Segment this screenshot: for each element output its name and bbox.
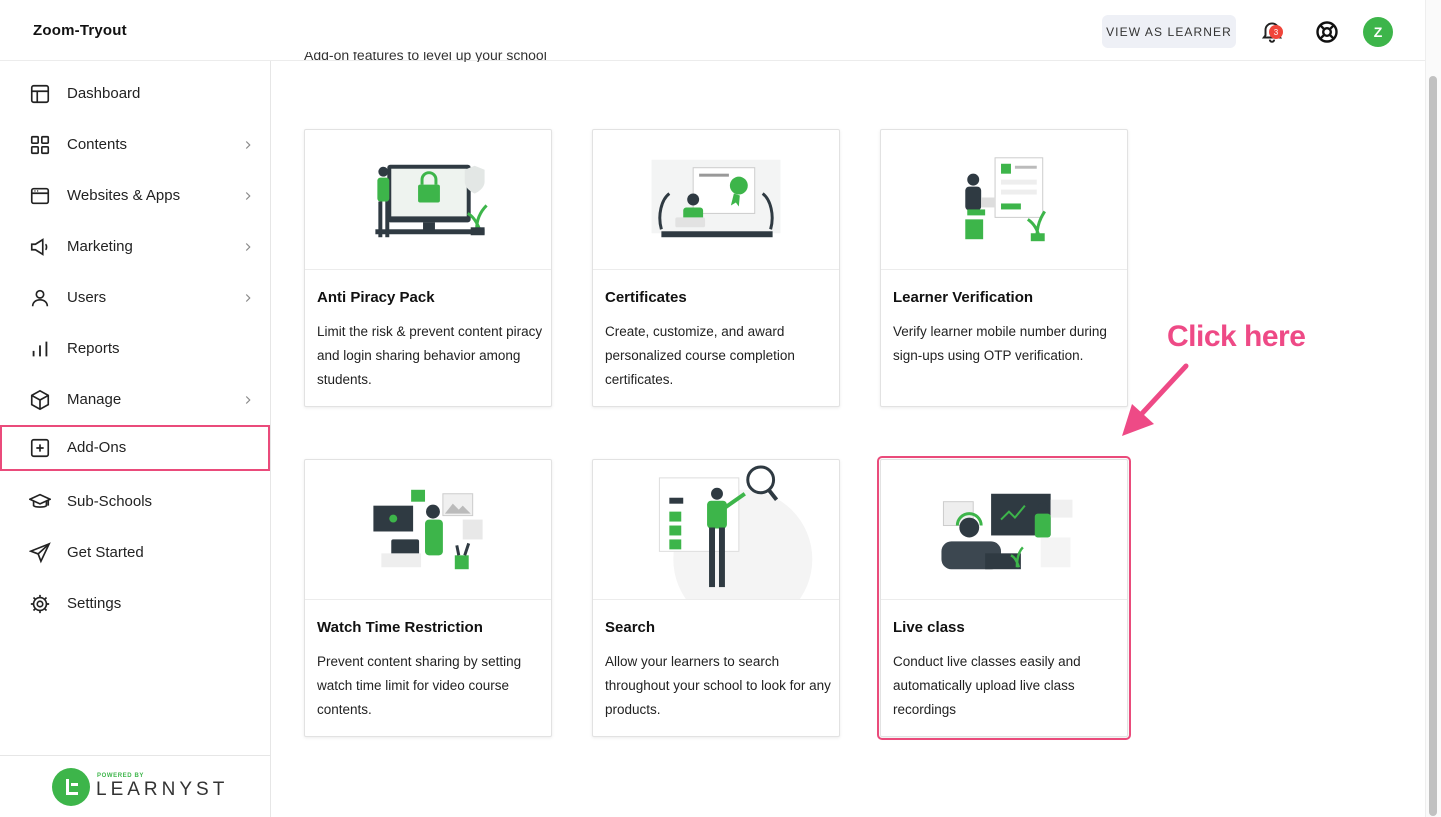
view-as-learner-button[interactable]: VIEW AS LEARNER <box>1102 15 1236 48</box>
card-title: Watch Time Restriction <box>317 619 483 636</box>
card-description: Create, customize, and award personalize… <box>605 324 795 387</box>
sidebar-item-get-started[interactable]: Get Started <box>0 530 270 576</box>
megaphone-icon <box>30 238 48 256</box>
card-title: Anti Piracy Pack <box>317 289 435 306</box>
card-description: Conduct live classes easily and automati… <box>893 654 1081 717</box>
card-title: Search <box>605 619 656 636</box>
card-title: Live class <box>893 619 965 636</box>
addon-card-certificates[interactable]: Certificates Create, customize, and awar… <box>592 129 840 407</box>
sidebar-item-label: Settings <box>67 595 122 612</box>
layout-icon <box>30 84 50 104</box>
sidebar-item-add-ons[interactable]: Add-Ons <box>0 425 270 471</box>
school-name: Zoom-Tryout <box>33 22 127 39</box>
addon-card-search[interactable]: Search Allow your learners to search thr… <box>592 459 840 737</box>
sidebar-item-manage[interactable]: Manage <box>0 377 270 423</box>
anti-piracy-illustration <box>305 164 551 270</box>
chevron-right-icon <box>245 141 251 149</box>
graduation-cap-icon <box>29 493 51 508</box>
chevron-right-icon <box>245 396 251 404</box>
learnyst-logo-icon <box>52 768 90 806</box>
sidebar-item-marketing[interactable]: Marketing <box>0 224 270 270</box>
sidebar-item-label: Users <box>67 289 107 306</box>
sidebar-item-label: Reports <box>67 340 120 357</box>
sidebar-item-contents[interactable]: Contents <box>0 122 270 168</box>
user-icon <box>31 289 49 307</box>
sidebar-item-label: Sub-Schools <box>67 493 153 510</box>
addon-card-watch-time-restriction[interactable]: Watch Time Restriction Prevent content s… <box>304 459 552 737</box>
search-illustration <box>593 465 839 600</box>
top-header: Zoom-Tryout VIEW AS LEARNER 3 Z <box>0 0 1425 61</box>
sidebar-item-label: Get Started <box>67 544 144 561</box>
page-subtitle: Add-on features to level up your school <box>304 52 547 62</box>
sidebar-item-settings[interactable]: Settings <box>0 581 270 627</box>
sidebar: Dashboard Contents Websites & Apps Marke… <box>0 61 271 817</box>
live-class-illustration <box>881 493 1127 600</box>
addon-card-live-class[interactable]: Live class Conduct live classes easily a… <box>877 456 1131 740</box>
sidebar-item-label: Marketing <box>67 238 133 255</box>
click-here-annotation: Click here <box>1167 320 1306 353</box>
help-lifebuoy-icon[interactable] <box>1315 20 1339 44</box>
sidebar-item-label: Manage <box>67 391 122 408</box>
scrollbar-thumb[interactable] <box>1429 76 1437 816</box>
addon-card-anti-piracy[interactable]: Anti Piracy Pack Limit the risk & preven… <box>304 129 552 407</box>
card-description: Allow your learners to search throughout… <box>605 654 831 717</box>
powered-by-footer: POWERED BY LEARNYST <box>0 755 270 817</box>
card-description: Prevent content sharing by setting watch… <box>317 654 522 717</box>
card-description: Verify learner mobile number during sign… <box>893 324 1107 363</box>
grid-icon <box>30 135 50 155</box>
box-icon <box>30 389 50 411</box>
chevron-right-icon <box>245 294 251 302</box>
watch-time-illustration <box>305 489 551 600</box>
brand-wordmark: LEARNYST <box>96 779 229 800</box>
plus-square-icon <box>30 438 50 458</box>
certificate-illustration <box>593 159 839 270</box>
avatar[interactable]: Z <box>1363 17 1393 47</box>
sidebar-item-dashboard[interactable]: Dashboard <box>0 71 270 117</box>
bar-chart-icon <box>32 341 48 357</box>
sidebar-item-users[interactable]: Users <box>0 275 270 321</box>
send-icon <box>29 542 51 564</box>
chevron-right-icon <box>245 192 251 200</box>
sidebar-item-websites-apps[interactable]: Websites & Apps <box>0 173 270 219</box>
sidebar-item-label: Dashboard <box>67 85 141 102</box>
chevron-right-icon <box>245 243 251 251</box>
annotation-arrow-icon <box>1122 363 1189 436</box>
learner-verification-illustration <box>881 157 1127 270</box>
notification-badge: 3 <box>1269 25 1283 39</box>
browser-window-icon <box>30 187 50 205</box>
sidebar-item-reports[interactable]: Reports <box>0 326 270 372</box>
addon-card-learner-verification[interactable]: Learner Verification Verify learner mobi… <box>880 129 1128 407</box>
card-title: Learner Verification <box>893 289 1034 306</box>
card-title: Certificates <box>605 289 687 306</box>
sidebar-item-label: Websites & Apps <box>67 187 181 204</box>
sidebar-item-sub-schools[interactable]: Sub-Schools <box>0 479 270 525</box>
card-description: Limit the risk & prevent content piracy … <box>317 324 543 387</box>
sidebar-item-label: Add-Ons <box>67 439 127 456</box>
sidebar-item-label: Contents <box>67 136 128 153</box>
gear-icon <box>30 594 50 614</box>
